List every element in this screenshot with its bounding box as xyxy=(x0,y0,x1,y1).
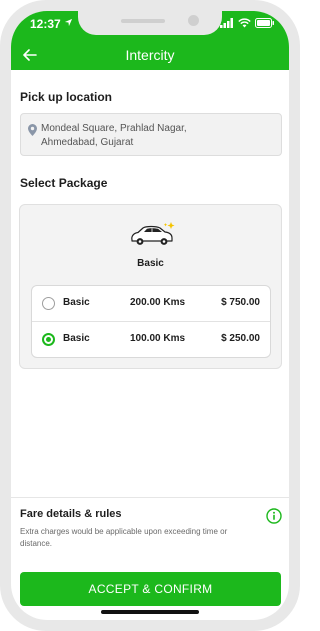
package-name: Basic xyxy=(137,258,164,269)
notch xyxy=(78,11,222,35)
option-price: $ 250.00 xyxy=(221,333,260,344)
speaker-grille xyxy=(121,19,165,23)
status-time: 12:37 xyxy=(30,17,61,31)
page-title: Intercity xyxy=(125,47,175,63)
screen: 12:37 Intercity Pick up location Mondeal… xyxy=(11,11,289,620)
pickup-label: Pick up location xyxy=(20,90,113,104)
location-arrow-icon xyxy=(64,18,73,27)
package-option[interactable]: Basic 100.00 Kms $ 250.00 xyxy=(32,322,270,358)
pickup-address-line1: Mondeal Square, Prahlad Nagar, xyxy=(41,123,187,134)
option-name: Basic xyxy=(63,297,90,308)
package-option[interactable]: Basic 200.00 Kms $ 750.00 xyxy=(32,286,270,322)
package-options: Basic 200.00 Kms $ 750.00 Basic 100.00 K… xyxy=(31,285,271,358)
package-card: Basic Basic 200.00 Kms $ 750.00 Basic 10… xyxy=(19,204,282,369)
radio-selected[interactable] xyxy=(42,333,55,346)
fare-details-description: Extra charges would be applicable upon e… xyxy=(20,527,228,548)
battery-icon xyxy=(255,18,274,28)
phone-frame: 12:37 Intercity Pick up location Mondeal… xyxy=(0,0,300,631)
status-icons xyxy=(220,18,275,28)
info-icon[interactable] xyxy=(266,508,282,524)
option-distance: 200.00 Kms xyxy=(130,297,186,308)
wifi-icon xyxy=(238,18,251,28)
app-bar: 12:37 Intercity xyxy=(11,11,289,70)
divider xyxy=(11,497,289,498)
pickup-location-field[interactable]: Mondeal Square, Prahlad Nagar, Ahmedabad… xyxy=(20,113,282,156)
select-package-label: Select Package xyxy=(20,176,108,190)
accept-confirm-button[interactable]: ACCEPT & CONFIRM xyxy=(20,572,281,606)
option-price: $ 750.00 xyxy=(221,297,260,308)
location-pin-icon xyxy=(28,124,37,136)
front-camera xyxy=(188,15,199,26)
home-indicator xyxy=(101,610,199,614)
pickup-address: Mondeal Square, Prahlad Nagar, Ahmedabad… xyxy=(41,122,271,150)
fare-details-title: Fare details & rules xyxy=(20,508,122,520)
car-icon xyxy=(131,222,175,245)
option-name: Basic xyxy=(63,333,90,344)
pickup-address-line2: Ahmedabad, Gujarat xyxy=(41,137,134,148)
signal-icon xyxy=(220,18,233,28)
radio-unselected[interactable] xyxy=(42,297,55,310)
option-distance: 100.00 Kms xyxy=(130,333,186,344)
